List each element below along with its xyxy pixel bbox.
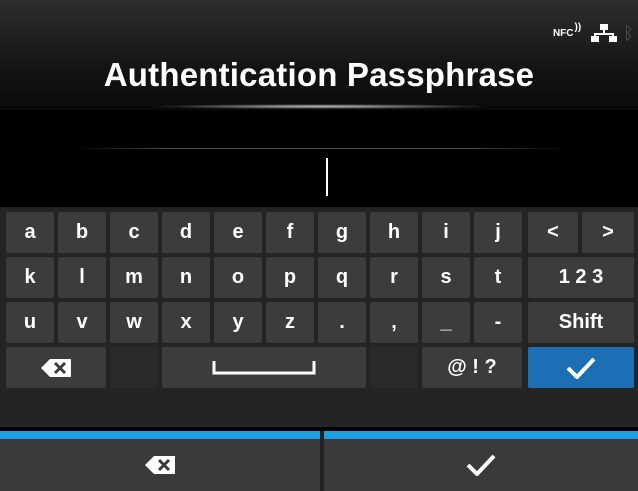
key-t[interactable]: t — [474, 257, 522, 298]
key-underscore[interactable]: _ — [422, 302, 470, 343]
key-n[interactable]: n — [162, 257, 210, 298]
blank-key-left — [110, 347, 158, 388]
key-s[interactable]: s — [422, 257, 470, 298]
blank-key-right — [370, 347, 418, 388]
key-b[interactable]: b — [58, 212, 106, 253]
nfc-icon: NFC)) — [552, 21, 582, 39]
key-z[interactable]: z — [266, 302, 314, 343]
header-divider — [150, 104, 490, 109]
text-cursor — [326, 158, 328, 196]
key-i[interactable]: i — [422, 212, 470, 253]
confirm-key[interactable] — [528, 347, 634, 388]
on-screen-keyboard: a b c d e f g h i j < > k l m n o p q r … — [0, 207, 638, 427]
space-icon — [212, 360, 316, 374]
key-r[interactable]: r — [370, 257, 418, 298]
key-y[interactable]: y — [214, 302, 262, 343]
key-hyphen[interactable]: - — [474, 302, 522, 343]
page-title: Authentication Passphrase — [103, 56, 535, 93]
key-a[interactable]: a — [6, 212, 54, 253]
footer-bar — [0, 431, 638, 491]
key-x[interactable]: x — [162, 302, 210, 343]
key-u[interactable]: u — [6, 302, 54, 343]
status-icons: NFC)) ᛒ — [553, 22, 634, 44]
key-q[interactable]: q — [318, 257, 366, 298]
key-k[interactable]: k — [6, 257, 54, 298]
network-icon — [591, 24, 618, 42]
cursor-left-key[interactable]: < — [528, 212, 578, 253]
numeric-mode-key[interactable]: 1 2 3 — [528, 257, 634, 298]
checkmark-icon — [566, 357, 596, 379]
key-comma[interactable]: , — [370, 302, 418, 343]
key-period[interactable]: . — [318, 302, 366, 343]
key-c[interactable]: c — [110, 212, 158, 253]
footer-stripe — [324, 431, 638, 439]
key-o[interactable]: o — [214, 257, 262, 298]
space-key[interactable] — [162, 347, 366, 388]
backspace-icon — [145, 456, 175, 474]
key-m[interactable]: m — [110, 257, 158, 298]
key-e[interactable]: e — [214, 212, 262, 253]
bluetooth-icon: ᛒ — [623, 22, 634, 43]
key-h[interactable]: h — [370, 212, 418, 253]
header-bar: NFC)) ᛒ Authentication Passphrase — [0, 0, 638, 110]
backspace-key[interactable] — [6, 347, 106, 388]
checkmark-icon — [466, 454, 496, 476]
key-v[interactable]: v — [58, 302, 106, 343]
footer-stripe — [0, 431, 320, 439]
key-w[interactable]: w — [110, 302, 158, 343]
cursor-right-key[interactable]: > — [582, 212, 634, 253]
symbols-key[interactable]: @ ! ? — [422, 347, 522, 388]
input-underline — [70, 148, 568, 149]
key-g[interactable]: g — [318, 212, 366, 253]
key-f[interactable]: f — [266, 212, 314, 253]
footer-delete-button[interactable] — [0, 431, 320, 491]
key-l[interactable]: l — [58, 257, 106, 298]
key-j[interactable]: j — [474, 212, 522, 253]
backspace-icon — [41, 358, 71, 377]
key-d[interactable]: d — [162, 212, 210, 253]
key-p[interactable]: p — [266, 257, 314, 298]
footer-confirm-button[interactable] — [324, 431, 638, 491]
shift-key[interactable]: Shift — [528, 302, 634, 343]
passphrase-input[interactable] — [0, 110, 638, 205]
